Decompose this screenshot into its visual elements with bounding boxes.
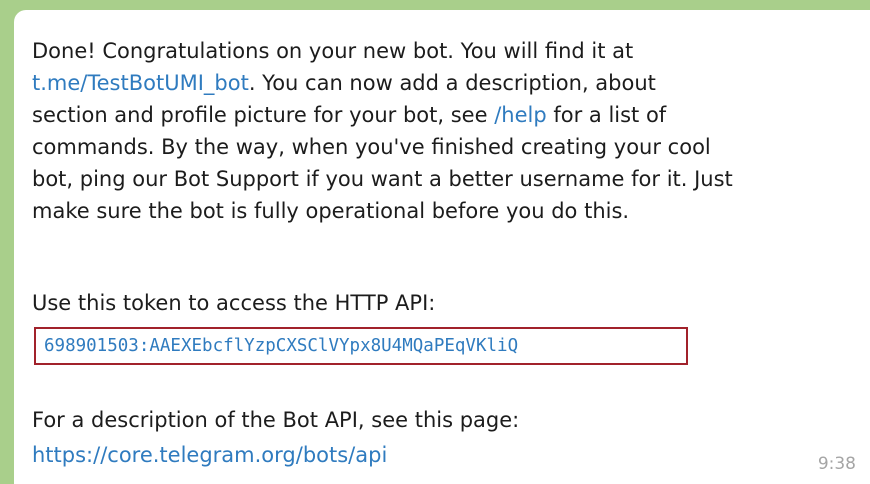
- message-time: 9:38: [817, 454, 856, 474]
- message-line-5: bot, ping our Bot Support if you want a …: [32, 167, 733, 191]
- message-line-1: Done! Congratulations on your new bot. Y…: [32, 39, 634, 63]
- bot-api-link[interactable]: https://core.telegram.org/bots/api: [32, 439, 387, 471]
- api-description: For a description of the Bot API, see th…: [32, 408, 520, 432]
- message-text: Done! Congratulations on your new bot. Y…: [32, 35, 832, 227]
- message-line-3-pre: section and profile picture for your bot…: [32, 103, 495, 127]
- message-line-4: commands. By the way, when you've finish…: [32, 135, 711, 159]
- help-command-link[interactable]: /help: [494, 103, 546, 127]
- api-token[interactable]: 698901503:AAEXEbcflYzpCXSClVYpx8U4MQaPEq…: [44, 331, 518, 361]
- token-label: Use this token to access the HTTP API:: [32, 291, 436, 315]
- message-line-2: t.me/TestBotUMI_bot. You can now add a d…: [32, 67, 832, 99]
- message-line-2-rest: . You can now add a description, about: [248, 71, 656, 95]
- bot-link[interactable]: t.me/TestBotUMI_bot: [32, 71, 249, 95]
- message-line-3: section and profile picture for your bot…: [32, 99, 832, 131]
- message-line-6: make sure the bot is fully operational b…: [32, 199, 630, 223]
- message-line-3-post: for a list of: [546, 103, 667, 127]
